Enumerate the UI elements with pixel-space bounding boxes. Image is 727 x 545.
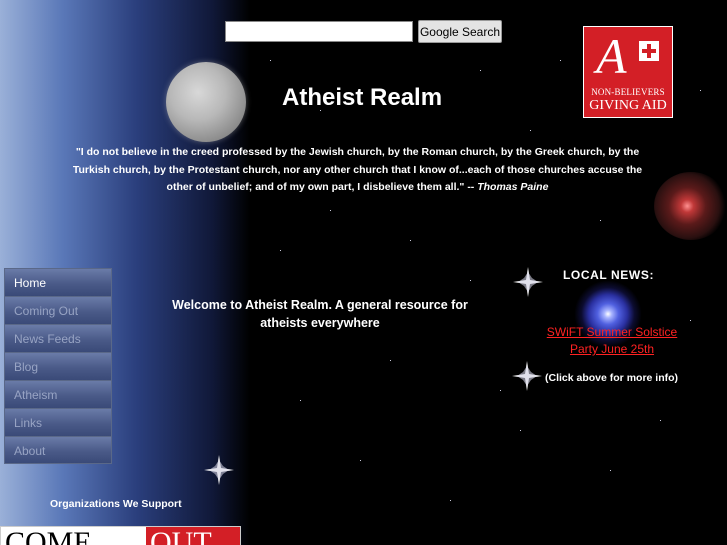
google-search-button[interactable]: Google Search — [418, 20, 502, 43]
nav-item-blog[interactable]: Blog — [4, 352, 112, 380]
banner-word-come: COME — [1, 527, 146, 545]
banner-word-out: OUT — [146, 527, 240, 545]
quote-block: "I do not believe in the creed professed… — [70, 144, 645, 197]
sparkle-star-icon — [204, 455, 234, 485]
sparkle-star-icon — [513, 267, 543, 297]
logo-line2: GIVING AID — [589, 98, 667, 113]
organizations-heading: Organizations We Support — [50, 498, 182, 510]
nav-item-news-feeds[interactable]: News Feeds — [4, 324, 112, 352]
quote-text: "I do not believe in the creed professed… — [72, 146, 643, 193]
non-believers-giving-aid-logo[interactable]: A NON-BELIEVERS GIVING AID — [583, 26, 673, 118]
logo-line1: NON-BELIEVERS — [591, 87, 665, 97]
come-out-campaign-banner[interactable]: COME OUT — [0, 526, 241, 545]
search-input[interactable] — [225, 21, 413, 42]
logo-mark: A — [596, 28, 627, 84]
nav-item-home[interactable]: Home — [4, 268, 112, 296]
sparkle-star-icon — [512, 361, 542, 391]
local-news-heading: LOCAL NEWS: — [563, 268, 655, 282]
nav-item-atheism[interactable]: Atheism — [4, 380, 112, 408]
site-title: Atheist Realm — [282, 84, 443, 111]
nav-item-coming-out[interactable]: Coming Out — [4, 296, 112, 324]
nav-item-links[interactable]: Links — [4, 408, 112, 436]
news-more-info-text: (Click above for more info) — [545, 372, 679, 384]
quote-author: Thomas Paine — [477, 181, 549, 193]
moon-image — [166, 62, 246, 142]
red-nebula-image — [654, 172, 727, 240]
nav-item-about[interactable]: About — [4, 436, 112, 464]
sidebar-nav: Home Coming Out News Feeds Blog Atheism … — [4, 268, 112, 464]
news-event-link[interactable]: SWiFT Summer Solstice Party June 25th — [538, 324, 686, 358]
plus-icon — [639, 41, 659, 61]
welcome-text: Welcome to Atheist Realm. A general reso… — [172, 298, 468, 330]
